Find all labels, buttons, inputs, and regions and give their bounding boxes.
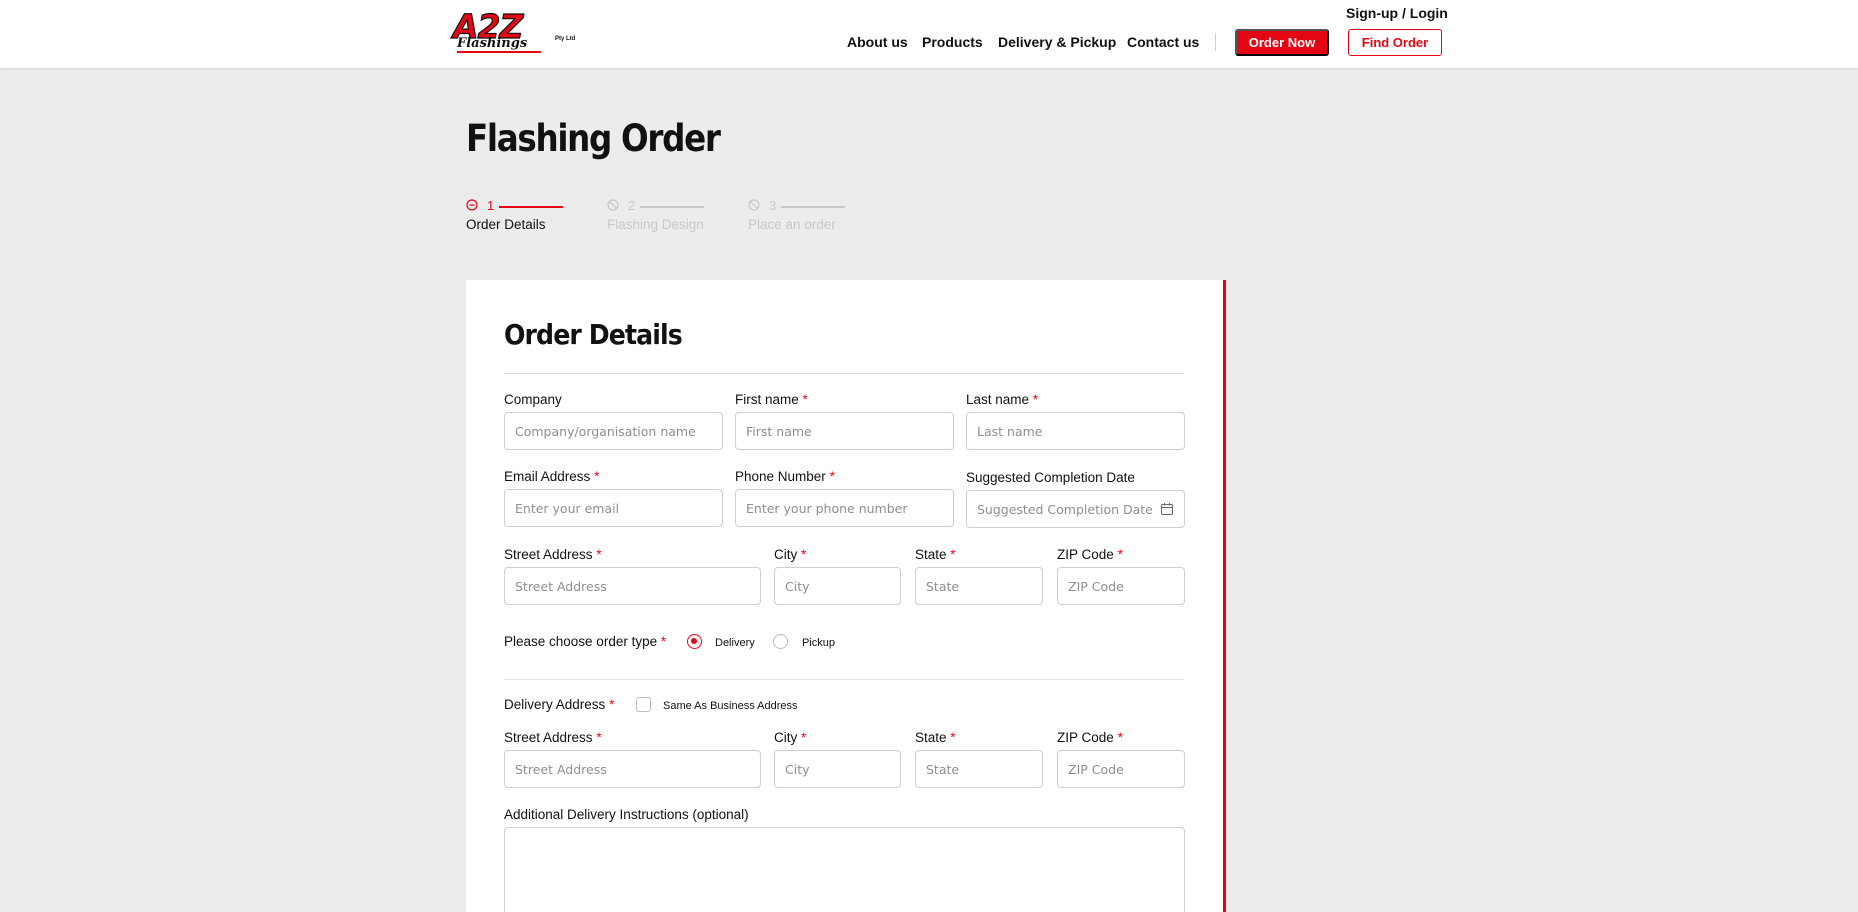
step-number: 1: [487, 198, 495, 213]
company-label: Company: [504, 392, 562, 407]
order-details-card: Order Details Company First name * Last …: [466, 280, 1226, 912]
email-label: Email Address *: [504, 469, 600, 484]
city-label: City *: [774, 547, 807, 562]
pickup-radio-label[interactable]: Pickup: [802, 637, 835, 649]
pickup-radio[interactable]: [773, 634, 788, 649]
step-progress-line: [640, 206, 704, 208]
delivery-radio[interactable]: [687, 634, 702, 649]
delivery-state-input[interactable]: [915, 750, 1043, 788]
card-title: Order Details: [504, 318, 683, 351]
calendar-icon[interactable]: [1160, 502, 1174, 516]
delivery-address-label: Delivery Address *: [504, 697, 615, 712]
site-header: A2Z Flashings Pty Ltd Sign-up / Login Ab…: [0, 0, 1858, 69]
step-progress-line: [499, 206, 563, 208]
company-input[interactable]: [504, 412, 723, 450]
step-number: 3: [769, 198, 777, 213]
phone-label: Phone Number *: [735, 469, 835, 484]
last-name-input[interactable]: [966, 412, 1185, 450]
logo-sub-text: Flashings: [457, 37, 542, 53]
completion-date-label: Suggested Completion Date: [966, 470, 1135, 485]
order-type-label: Please choose order type *: [504, 634, 667, 649]
state-label: State *: [915, 547, 956, 562]
site-logo[interactable]: A2Z Flashings Pty Ltd: [449, 9, 585, 56]
street-label: Street Address *: [504, 547, 602, 562]
phone-input[interactable]: [735, 489, 954, 527]
nav-about-us[interactable]: About us: [847, 34, 908, 50]
order-now-button[interactable]: Order Now: [1235, 29, 1329, 56]
delivery-zip-input[interactable]: [1057, 750, 1185, 788]
delivery-zip-label: ZIP Code *: [1057, 730, 1123, 745]
city-input[interactable]: [774, 567, 901, 605]
delivery-street-label: Street Address *: [504, 730, 602, 745]
nav-divider: [1215, 33, 1216, 51]
step-label: Order Details: [466, 217, 546, 232]
last-name-label: Last name *: [966, 392, 1039, 407]
instructions-textarea[interactable]: [504, 827, 1185, 912]
same-as-business-checkbox[interactable]: [636, 697, 651, 712]
nav-delivery-pickup[interactable]: Delivery & Pickup: [998, 34, 1116, 50]
step-3[interactable]: 3 Place an order: [748, 198, 858, 232]
step-label: Flashing Design: [607, 217, 704, 232]
nav-products[interactable]: Products: [922, 34, 983, 50]
step-disabled-icon: [607, 199, 619, 211]
street-input[interactable]: [504, 567, 761, 605]
nav-contact-us[interactable]: Contact us: [1127, 34, 1199, 50]
state-input[interactable]: [915, 567, 1043, 605]
delivery-city-input[interactable]: [774, 750, 901, 788]
same-as-business-label[interactable]: Same As Business Address: [663, 700, 798, 712]
step-label: Place an order: [748, 217, 836, 232]
logo-pty-text: Pty Ltd: [555, 36, 576, 42]
zip-input[interactable]: [1057, 567, 1185, 605]
step-1[interactable]: 1 Order Details: [466, 198, 576, 232]
step-active-icon: [466, 199, 478, 211]
delivery-street-input[interactable]: [504, 750, 761, 788]
signup-login-link[interactable]: Sign-up / Login: [1346, 5, 1448, 21]
section-divider: [504, 679, 1184, 680]
delivery-city-label: City *: [774, 730, 807, 745]
page-title: Flashing Order: [466, 117, 721, 160]
first-name-label: First name *: [735, 392, 808, 407]
step-disabled-icon: [748, 199, 760, 211]
email-input[interactable]: [504, 489, 723, 527]
instructions-label: Additional Delivery Instructions (option…: [504, 807, 749, 822]
delivery-state-label: State *: [915, 730, 956, 745]
zip-label: ZIP Code *: [1057, 547, 1123, 562]
find-order-button[interactable]: Find Order: [1348, 29, 1442, 56]
step-progress-line: [781, 206, 845, 208]
step-2[interactable]: 2 Flashing Design: [607, 198, 717, 232]
first-name-input[interactable]: [735, 412, 954, 450]
step-number: 2: [628, 198, 636, 213]
title-divider: [504, 373, 1184, 374]
completion-date-input[interactable]: [966, 490, 1185, 528]
delivery-radio-label[interactable]: Delivery: [715, 637, 755, 649]
